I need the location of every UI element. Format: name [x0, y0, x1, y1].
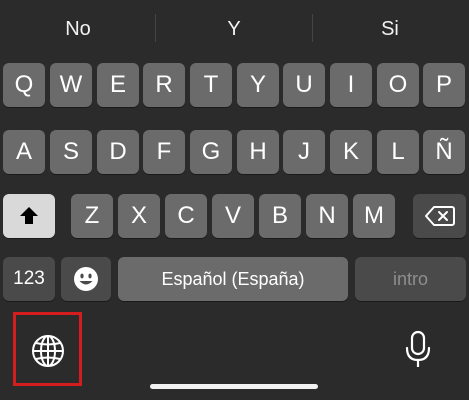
- key-q[interactable]: Q: [3, 63, 45, 107]
- key-p[interactable]: P: [423, 63, 465, 107]
- microphone-icon[interactable]: [400, 330, 436, 370]
- space-bar[interactable]: Español (España): [118, 257, 348, 301]
- suggestion-3[interactable]: Si: [332, 16, 448, 42]
- key-i[interactable]: I: [330, 63, 372, 107]
- key-x[interactable]: X: [118, 194, 160, 238]
- key-s[interactable]: S: [50, 130, 92, 174]
- key-k[interactable]: K: [330, 130, 372, 174]
- key-v[interactable]: V: [212, 194, 254, 238]
- suggestion-divider: [155, 14, 156, 42]
- delete-icon: [424, 206, 455, 226]
- shift-key[interactable]: [3, 194, 55, 238]
- key-z[interactable]: Z: [71, 194, 113, 238]
- emoji-key[interactable]: [61, 257, 111, 301]
- suggestion-1[interactable]: No: [20, 16, 136, 42]
- delete-key[interactable]: [413, 194, 466, 238]
- key-m[interactable]: M: [353, 194, 395, 238]
- shift-icon: [20, 207, 38, 224]
- key-n[interactable]: N: [306, 194, 348, 238]
- numbers-key[interactable]: 123: [3, 257, 55, 301]
- key-y[interactable]: Y: [237, 63, 279, 107]
- key-w[interactable]: W: [50, 63, 92, 107]
- key-j[interactable]: J: [283, 130, 325, 174]
- key-a[interactable]: A: [3, 130, 45, 174]
- home-indicator[interactable]: [150, 384, 318, 389]
- return-key[interactable]: intro: [355, 257, 466, 301]
- key-d[interactable]: D: [97, 130, 139, 174]
- key-g[interactable]: G: [190, 130, 232, 174]
- key-n-tilde[interactable]: Ñ: [423, 130, 465, 174]
- key-c[interactable]: C: [165, 194, 207, 238]
- suggestion-2[interactable]: Y: [176, 16, 292, 42]
- key-o[interactable]: O: [377, 63, 419, 107]
- key-r[interactable]: R: [143, 63, 185, 107]
- key-t[interactable]: T: [190, 63, 232, 107]
- key-u[interactable]: U: [283, 63, 325, 107]
- key-f[interactable]: F: [143, 130, 185, 174]
- key-h[interactable]: H: [237, 130, 279, 174]
- globe-icon[interactable]: [30, 333, 66, 369]
- emoji-icon: [74, 267, 98, 291]
- key-b[interactable]: B: [259, 194, 301, 238]
- key-e[interactable]: E: [97, 63, 139, 107]
- key-l[interactable]: L: [377, 130, 419, 174]
- suggestion-bar: No Y Si: [0, 0, 469, 54]
- suggestion-divider: [312, 14, 313, 42]
